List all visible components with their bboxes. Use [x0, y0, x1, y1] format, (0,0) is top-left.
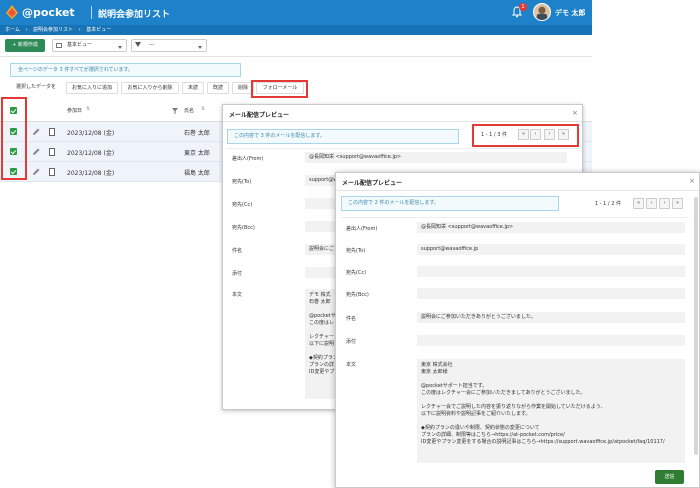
divider	[336, 190, 699, 191]
field-value-to: support@wavaoffice.jp	[417, 244, 685, 255]
brand-name[interactable]: @pocket	[22, 6, 75, 19]
divider	[227, 148, 579, 149]
scrollbar[interactable]	[694, 197, 698, 455]
field-value-bcc	[417, 288, 685, 299]
breadcrumb-separator: ›	[25, 27, 28, 33]
column-filter-icon[interactable]	[172, 108, 178, 114]
row-name: 石巻 太郎	[184, 130, 210, 137]
avatar[interactable]	[533, 3, 551, 21]
breadcrumb-separator: ›	[78, 27, 81, 33]
last-page-icon[interactable]: »	[672, 198, 683, 209]
row-name: 東京 太郎	[184, 150, 210, 157]
dialog-info: この内容で 3 件のメールを配信します。	[227, 129, 459, 144]
breadcrumb-app[interactable]: 説明会参加リスト	[33, 27, 73, 33]
chevron-down-icon	[118, 46, 122, 49]
first-page-icon[interactable]: «	[633, 198, 644, 209]
send-button[interactable]: 送信	[655, 470, 684, 484]
add-favorite-button[interactable]: お気に入りに追加	[66, 82, 118, 94]
field-value-body: 東京 株式会社 東京 太郎様 @pocketサポート担当です。 この度はレクチャ…	[417, 359, 685, 463]
sort-icon[interactable]: ⇅	[86, 106, 90, 112]
field-label-to: 宛先(To)	[232, 179, 252, 185]
close-icon[interactable]: ×	[572, 109, 578, 117]
field-label-to: 宛先(To)	[346, 248, 366, 254]
prev-page-icon[interactable]: ‹	[646, 198, 657, 209]
selection-banner: 全ページのデータ 3 件すべてが選択されています。	[10, 63, 241, 77]
field-value-attachment	[417, 335, 685, 346]
field-label-subject: 件名	[232, 248, 243, 254]
next-page-icon[interactable]: ›	[659, 198, 670, 209]
list-view-icon	[56, 43, 62, 48]
pagination-highlight	[472, 124, 579, 147]
field-label-bcc: 宛先(Bcc)	[346, 292, 369, 298]
field-label-subject: 件名	[346, 316, 357, 322]
document-icon[interactable]	[49, 148, 55, 156]
column-header-name[interactable]: 氏名	[184, 107, 194, 114]
field-label-cc: 宛先(Cc)	[232, 202, 253, 208]
breadcrumb-home[interactable]: ホーム	[5, 27, 20, 33]
user-name[interactable]: デモ 太郎	[555, 8, 585, 18]
breadcrumb: ホーム › 説明会参加リスト › 基本ビュー	[0, 25, 592, 35]
field-label-from: 差出人(From)	[232, 156, 264, 162]
app-header: @pocket 説明会参加リスト 1 デモ 太郎	[0, 0, 592, 25]
chevron-down-icon	[198, 46, 202, 49]
field-label-from: 差出人(From)	[346, 226, 378, 232]
mail-preview-dialog: メール配信プレビュー × この内容で 2 件のメールを配信します。 1 - 1 …	[335, 172, 700, 488]
close-icon[interactable]: ×	[689, 177, 695, 185]
field-label-cc: 宛先(Cc)	[346, 270, 367, 276]
breadcrumb-view: 基本ビュー	[86, 27, 112, 33]
filter-select[interactable]: ---	[131, 39, 207, 52]
new-record-button[interactable]: + 新規作成	[5, 39, 45, 52]
field-value-cc	[417, 266, 685, 277]
pocket-logo-icon[interactable]	[6, 5, 18, 19]
pagination-text: 1 - 1 / 2 件	[595, 201, 621, 207]
checkbox-highlight	[1, 97, 27, 180]
header-divider	[91, 6, 92, 19]
field-value-from: @長岡知栄 <support@wavaoffice.jp>	[417, 222, 685, 233]
view-select[interactable]: 基本ビュー	[52, 39, 127, 52]
sort-icon[interactable]: ⇅	[201, 106, 205, 112]
dialog-title: メール配信プレビュー	[342, 180, 403, 187]
field-label-attachment: 添付	[346, 339, 357, 345]
pagination: 1 - 1 / 2 件 « ‹ › »	[595, 198, 695, 210]
field-label-body: 本文	[232, 292, 243, 298]
row-date: 2023/12/08 (金)	[67, 150, 115, 157]
field-label-attachment: 添付	[232, 271, 243, 277]
remove-favorite-button[interactable]: お気に入りから削除	[121, 82, 179, 94]
edit-icon[interactable]	[32, 128, 40, 136]
selection-label: 選択したデータを	[8, 82, 64, 94]
row-date: 2023/12/08 (金)	[67, 170, 115, 177]
edit-icon[interactable]	[32, 148, 40, 156]
divider	[341, 217, 689, 218]
dialog-info: この内容で 2 件のメールを配信します。	[341, 196, 559, 211]
field-label-body: 本文	[346, 362, 357, 368]
page-title: 説明会参加リスト	[98, 10, 171, 20]
mark-read-button[interactable]: 既読	[207, 82, 229, 94]
field-value-from: @長岡知栄 <support@wavaoffice.jp>	[305, 152, 567, 163]
row-name: 福島 太郎	[184, 170, 210, 177]
filter-icon	[135, 42, 141, 47]
column-header-date[interactable]: 参加日	[67, 107, 82, 114]
notification-badge: 1	[519, 3, 527, 11]
row-date: 2023/12/08 (金)	[67, 130, 115, 137]
field-label-bcc: 宛先(Bcc)	[232, 225, 255, 231]
divider	[223, 121, 582, 122]
toolbar: + 新規作成 基本ビュー ---	[0, 35, 592, 57]
follow-mail-highlight	[251, 80, 308, 98]
dialog-title: メール配信プレビュー	[229, 112, 290, 119]
document-icon[interactable]	[49, 168, 55, 176]
document-icon[interactable]	[49, 128, 55, 136]
field-value-subject: 説明会にご参加いただきありがとうございました。	[417, 312, 685, 323]
mark-unread-button[interactable]: 未読	[182, 82, 204, 94]
edit-icon[interactable]	[32, 168, 40, 176]
